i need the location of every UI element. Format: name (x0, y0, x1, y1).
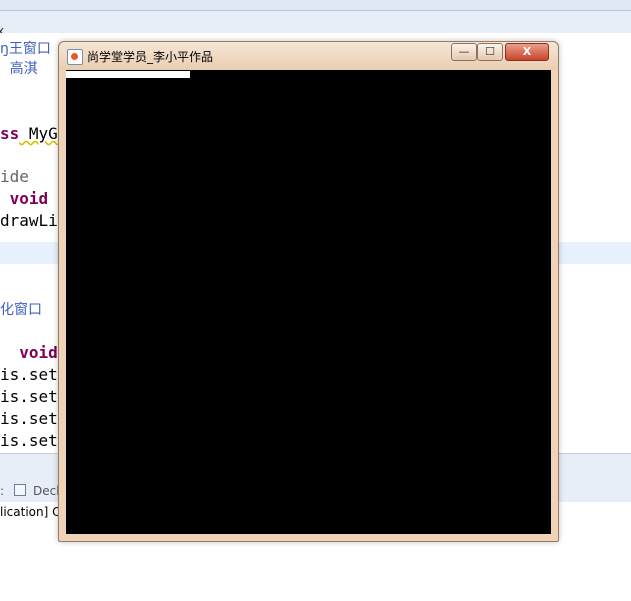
code-comment: 化窗口 (0, 302, 42, 318)
drawn-white-line (66, 71, 190, 78)
code-keyword: ss (0, 124, 20, 143)
tab-declaration[interactable]: Decl (33, 484, 60, 498)
code-keyword: void (9, 189, 49, 208)
code-comment: 高淇 (9, 61, 38, 77)
code-text: is.set (0, 365, 58, 384)
ide-editor-tabstrip: x (0, 11, 631, 38)
java-frame-window[interactable]: 尚学堂学员_李小平作品 — ☐ X (58, 41, 559, 542)
maximize-button[interactable]: ☐ (477, 43, 503, 61)
window-title: 尚学堂学员_李小平作品 (87, 50, 214, 64)
game-canvas[interactable] (66, 70, 551, 534)
code-annotation: ide (0, 167, 29, 186)
close-button[interactable]: X (505, 43, 549, 61)
tab-divider-icon: : (0, 484, 5, 498)
code-text: drawLi (0, 211, 58, 230)
declaration-icon (14, 484, 26, 496)
console-output: lication] C: (0, 505, 65, 519)
ide-toolbar (0, 0, 631, 11)
minimize-button[interactable]: — (451, 43, 477, 61)
java-app-icon (67, 49, 83, 65)
code-comment: ŋ王窗口 (0, 41, 51, 57)
code-text: is.set (0, 409, 58, 428)
window-titlebar[interactable]: 尚学堂学员_李小平作品 — ☐ X (59, 42, 558, 70)
code-text: is.set (0, 431, 58, 450)
code-keyword: void (19, 343, 58, 362)
code-text: is.set (0, 387, 58, 406)
